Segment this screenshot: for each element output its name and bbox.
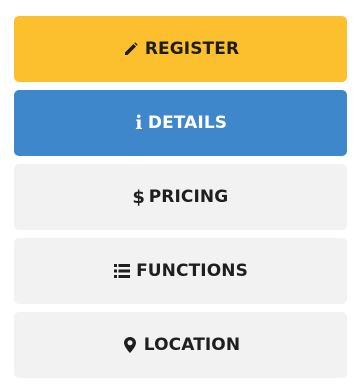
functions-label: FUNCTIONS: [136, 261, 248, 281]
details-button[interactable]: i DETAILS: [14, 90, 347, 156]
register-label: REGISTER: [144, 39, 240, 59]
map-marker-icon: [121, 336, 139, 354]
details-label: DETAILS: [147, 113, 228, 133]
list-icon: [113, 262, 131, 280]
dollar-icon: $: [132, 186, 146, 208]
location-label: LOCATION: [143, 335, 241, 355]
pencil-icon: [122, 40, 140, 58]
pricing-label: PRICING: [148, 187, 229, 207]
side-menu: REGISTER i DETAILS $ PRICING FUNCTIONS L…: [14, 16, 347, 386]
info-icon: i: [135, 112, 143, 134]
register-button[interactable]: REGISTER: [14, 16, 347, 82]
pricing-button[interactable]: $ PRICING: [14, 164, 347, 230]
functions-button[interactable]: FUNCTIONS: [14, 238, 347, 304]
location-button[interactable]: LOCATION: [14, 312, 347, 378]
